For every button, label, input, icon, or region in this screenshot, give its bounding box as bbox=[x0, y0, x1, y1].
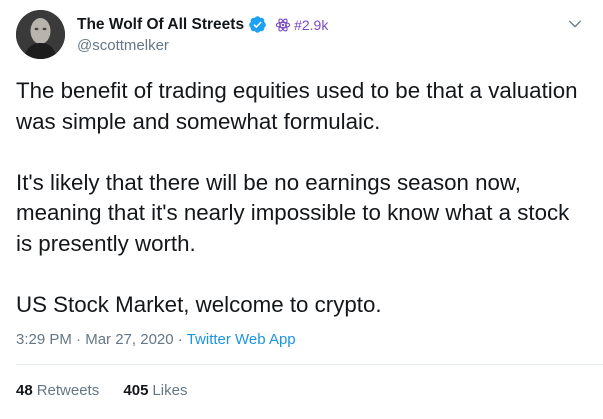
meta-separator: · bbox=[177, 331, 183, 348]
tweet-header: The Wolf Of All Streets #2.9k @scottmelk… bbox=[16, 10, 587, 60]
tweet-source-link[interactable]: Twitter Web App bbox=[187, 331, 296, 348]
avatar-photo bbox=[16, 10, 65, 59]
verified-badge-icon bbox=[249, 16, 266, 33]
likes-label: Likes bbox=[152, 382, 188, 399]
tweet-time[interactable]: 3:29 PM bbox=[16, 331, 72, 348]
gadget-icon bbox=[275, 18, 291, 31]
likes-count: 405 bbox=[123, 382, 149, 399]
tweet-card: The Wolf Of All Streets #2.9k @scottmelk… bbox=[0, 0, 603, 419]
meta-separator: · bbox=[76, 331, 82, 348]
name-row: The Wolf Of All Streets #2.9k bbox=[77, 15, 328, 34]
retweets-label: Retweets bbox=[36, 382, 100, 399]
divider bbox=[16, 364, 603, 365]
tweet-metadata: 3:29 PM · Mar 27, 2020 · Twitter Web App bbox=[16, 331, 296, 348]
display-name[interactable]: The Wolf Of All Streets bbox=[77, 16, 244, 34]
tweet-paragraph: The benefit of trading equities used to … bbox=[16, 78, 578, 134]
avatar[interactable] bbox=[16, 10, 65, 59]
tweet-paragraph: US Stock Market, welcome to crypto. bbox=[16, 291, 382, 317]
tweet-text: The benefit of trading equities used to … bbox=[16, 76, 591, 320]
retweets-count: 48 bbox=[16, 382, 33, 399]
gadget-label: #2.9k bbox=[294, 16, 329, 33]
tweet-date[interactable]: Mar 27, 2020 bbox=[85, 331, 173, 348]
chevron-down-icon[interactable] bbox=[567, 16, 583, 32]
tweet-paragraph: It's likely that there will be no earnin… bbox=[16, 169, 570, 256]
tweet-stats: 48 Retweets 405 Likes bbox=[16, 382, 207, 399]
retweets-stat[interactable]: 48 Retweets bbox=[16, 382, 99, 399]
gadget-tag[interactable]: #2.9k bbox=[275, 17, 328, 33]
user-handle[interactable]: @scottmelker bbox=[77, 37, 169, 54]
likes-stat[interactable]: 405 Likes bbox=[123, 382, 187, 399]
